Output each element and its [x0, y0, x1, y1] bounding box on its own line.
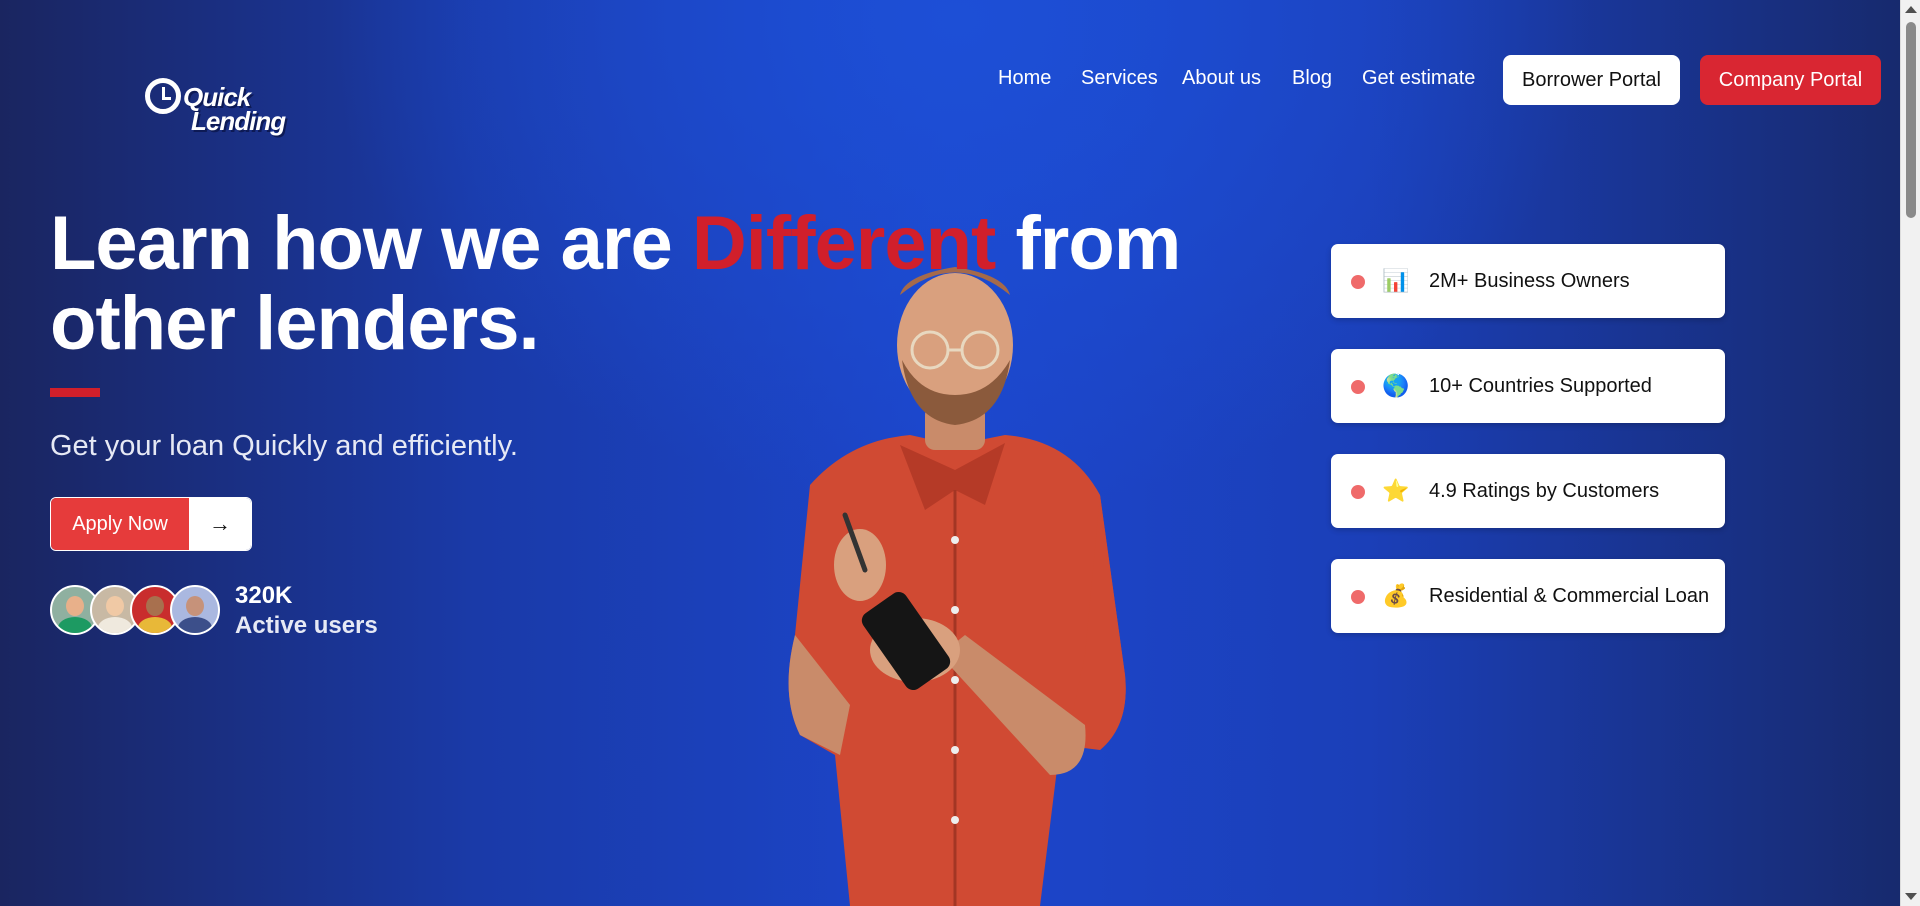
nav-link-services[interactable]: Services — [1081, 67, 1158, 90]
headline-accent-bar — [50, 388, 100, 397]
status-dot — [1351, 590, 1365, 604]
hero-section: Quick Lending Home Services About us Blo… — [0, 0, 1900, 906]
stat-card-business-owners: 📊 2M+ Business Owners — [1331, 244, 1725, 318]
stat-label: Residential & Commercial Loan — [1429, 585, 1710, 607]
stat-label: 10+ Countries Supported — [1429, 375, 1652, 397]
stat-card-countries: 🌎 10+ Countries Supported — [1331, 349, 1725, 423]
headline-part-1: Learn how we are — [50, 201, 692, 286]
scroll-up-arrow-icon[interactable] — [1905, 6, 1917, 13]
stat-label: 4.9 Ratings by Customers — [1429, 480, 1660, 502]
hero-subtitle: Get your loan Quickly and efficiently. — [50, 430, 518, 462]
status-dot — [1351, 380, 1365, 394]
stat-card-loans: 💰 Residential & Commercial Loan — [1331, 559, 1725, 633]
nav-link-blog[interactable]: Blog — [1292, 67, 1332, 90]
avatar — [170, 585, 220, 635]
globe-icon: 🌎 — [1382, 373, 1410, 398]
money-bag-icon: 💰 — [1382, 583, 1410, 608]
borrower-portal-button[interactable]: Borrower Portal — [1503, 55, 1680, 105]
star-icon: ⭐ — [1382, 478, 1410, 503]
headline-highlight: Different — [691, 201, 996, 286]
active-users-count: 320K — [235, 582, 293, 609]
scrollbar-thumb[interactable] — [1906, 22, 1916, 218]
bar-chart-icon: 📊 — [1382, 268, 1410, 293]
nav-link-about-us[interactable]: About us — [1182, 67, 1261, 90]
stat-card-ratings: ⭐ 4.9 Ratings by Customers — [1331, 454, 1725, 528]
stat-label: 2M+ Business Owners — [1429, 270, 1630, 292]
hero-headline: Learn how we are Different from other le… — [50, 204, 1300, 364]
status-dot — [1351, 275, 1365, 289]
quick-lending-logo[interactable]: Quick Lending — [145, 76, 305, 140]
status-dot — [1351, 485, 1365, 499]
apply-now-button[interactable]: Apply Now — [51, 498, 189, 550]
clock-icon — [145, 78, 181, 114]
arrow-right-icon[interactable]: → — [189, 498, 251, 550]
company-portal-button[interactable]: Company Portal — [1700, 55, 1881, 105]
nav-link-home[interactable]: Home — [998, 67, 1051, 90]
nav-link-get-estimate[interactable]: Get estimate — [1362, 67, 1475, 90]
page-scrollbar[interactable] — [1900, 0, 1920, 906]
apply-now-group[interactable]: Apply Now → — [50, 497, 252, 551]
scroll-down-arrow-icon[interactable] — [1905, 893, 1917, 900]
active-users-label: Active users — [235, 612, 378, 639]
logo-word-lending: Lending — [191, 106, 286, 136]
